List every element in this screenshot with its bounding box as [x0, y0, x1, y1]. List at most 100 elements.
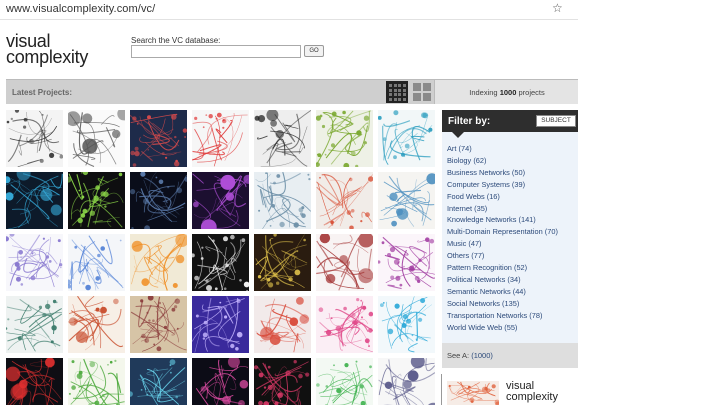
search-label: Search the VC database: — [131, 36, 221, 45]
project-thumbnail[interactable] — [316, 358, 373, 405]
project-thumbnail[interactable] — [68, 172, 125, 229]
filter-item-label: Internet — [447, 203, 473, 213]
filter-item[interactable]: Art (74) — [447, 143, 558, 155]
filter-item-count: (55) — [504, 322, 518, 332]
filter-item-count: (78) — [529, 310, 543, 320]
latest-projects-title: Latest Projects: — [12, 88, 73, 97]
filter-list: Art (74) Biology (62) Business Networks (5… — [447, 143, 558, 334]
filter-item[interactable]: Transportation Networks (78) — [447, 310, 558, 322]
filter-item-count: (39) — [511, 179, 526, 189]
filter-item-label: Computer Systems — [447, 179, 510, 189]
project-thumbnail[interactable] — [130, 172, 187, 229]
filter-notch — [452, 132, 464, 138]
indexing-count: 1000 — [499, 88, 517, 97]
filter-item-label: Social Networks — [447, 298, 500, 308]
project-thumbnail[interactable] — [192, 172, 249, 229]
project-thumbnail[interactable] — [6, 172, 63, 229]
filter-item-count: (50) — [511, 167, 526, 177]
filter-item-count: (52) — [513, 263, 528, 273]
project-thumbnail[interactable] — [130, 296, 187, 353]
filter-header: Filter by: SUBJECT — [442, 110, 578, 132]
filter-item-count: (141) — [518, 215, 536, 225]
logo-line-2: complexity — [6, 47, 89, 67]
project-thumbnail[interactable] — [378, 110, 435, 167]
filter-item-count: (35) — [474, 203, 488, 213]
filter-item-count: (62) — [473, 155, 487, 165]
project-thumbnail[interactable] — [316, 234, 373, 291]
filter-item-count: (34) — [507, 274, 521, 284]
project-thumbnail[interactable] — [192, 110, 249, 167]
project-thumbnail[interactable] — [316, 110, 373, 167]
project-thumbnail[interactable] — [192, 296, 249, 353]
filter-item-label: Semantic Networks — [447, 286, 511, 296]
project-thumbnail[interactable] — [254, 358, 311, 405]
filter-item[interactable]: Biology (62) — [447, 155, 558, 167]
filter-item-label: Others — [447, 251, 470, 261]
filter-item[interactable]: Political Networks (34) — [447, 274, 558, 286]
project-thumbnail[interactable] — [130, 234, 187, 291]
filter-item[interactable]: Semantic Networks (44) — [447, 286, 558, 298]
project-thumbnail[interactable] — [68, 296, 125, 353]
project-thumbnail[interactable] — [378, 234, 435, 291]
footer-logo-line-2: complexity — [506, 391, 558, 403]
project-thumbnail[interactable] — [6, 110, 63, 167]
blank-area — [578, 0, 720, 405]
project-thumbnail[interactable] — [316, 296, 373, 353]
filter-item[interactable]: Computer Systems (39) — [447, 179, 558, 191]
project-thumbnail[interactable] — [254, 110, 311, 167]
filter-item-label: Biology — [447, 155, 472, 165]
go-button[interactable]: GO — [304, 45, 324, 57]
filter-item[interactable]: World Wide Web (55) — [447, 322, 558, 334]
see-all-count: (1000) — [471, 351, 493, 360]
project-thumbnail[interactable] — [68, 358, 125, 405]
project-thumbnail[interactable] — [6, 234, 63, 291]
filter-item[interactable]: Multi-Domain Representation (70) — [447, 226, 558, 238]
footer-logo[interactable]: visual complexity — [506, 381, 558, 403]
project-thumbnail[interactable] — [130, 358, 187, 405]
project-thumbnail[interactable] — [192, 234, 249, 291]
filter-list-panel: Art (74) Biology (62) Business Networks (5… — [442, 132, 578, 343]
filter-item[interactable]: Food Webs (16) — [447, 191, 558, 203]
project-thumbnail[interactable] — [6, 358, 63, 405]
project-thumbnail[interactable] — [6, 296, 63, 353]
filter-item-label: Knowledge Networks — [447, 215, 517, 225]
project-thumbnail[interactable] — [254, 296, 311, 353]
project-thumbnail[interactable] — [378, 296, 435, 353]
project-thumbnail[interactable] — [378, 358, 435, 405]
projects-toolbar: Latest Projects: Indexing 1000 projects — [6, 79, 578, 104]
filter-item[interactable]: Social Networks (135) — [447, 298, 558, 310]
star-icon[interactable]: ☆ — [552, 1, 563, 15]
address-bar[interactable]: www.visualcomplexity.com/vc/ ☆ — [0, 0, 578, 20]
filter-item[interactable]: Pattern Recognition (52) — [447, 262, 558, 274]
project-thumbnail[interactable] — [254, 234, 311, 291]
search-input[interactable] — [131, 45, 301, 58]
large-grid-icon[interactable] — [411, 81, 433, 103]
project-thumbnail[interactable] — [68, 110, 125, 167]
url-text[interactable]: www.visualcomplexity.com/vc/ — [6, 3, 155, 15]
footer-thumbnail[interactable] — [447, 381, 499, 405]
filter-item-label: Business Networks — [447, 167, 510, 177]
filter-item-label: Political Networks — [447, 274, 506, 284]
project-thumbnail[interactable] — [192, 358, 249, 405]
project-thumbnail[interactable] — [68, 234, 125, 291]
filter-item-count: (77) — [471, 251, 485, 261]
see-all-bar: See A: (1000) — [442, 343, 578, 368]
subject-selector[interactable]: SUBJECT — [536, 115, 576, 127]
project-thumbnail[interactable] — [316, 172, 373, 229]
project-thumbnail[interactable] — [130, 110, 187, 167]
filter-item-count: (44) — [512, 286, 526, 296]
small-grid-icon[interactable] — [386, 81, 408, 103]
filter-item[interactable]: Business Networks (50) — [447, 167, 558, 179]
filter-title: Filter by: — [448, 116, 491, 127]
project-thumbnail[interactable] — [378, 172, 435, 229]
project-thumbnail[interactable] — [254, 172, 311, 229]
filter-item[interactable]: Knowledge Networks (141) — [447, 214, 558, 226]
filter-item[interactable]: Music (47) — [447, 238, 558, 250]
site-logo[interactable]: visual complexity — [6, 32, 89, 67]
see-all-link[interactable]: See A: (1000) — [447, 351, 493, 360]
filter-item-label: Food Webs — [447, 191, 485, 201]
filter-item[interactable]: Others (77) — [447, 250, 558, 262]
filter-item[interactable]: Internet (35) — [447, 203, 558, 215]
filter-item-label: World Wide Web — [447, 322, 503, 332]
see-all-label: See A — [447, 351, 468, 360]
